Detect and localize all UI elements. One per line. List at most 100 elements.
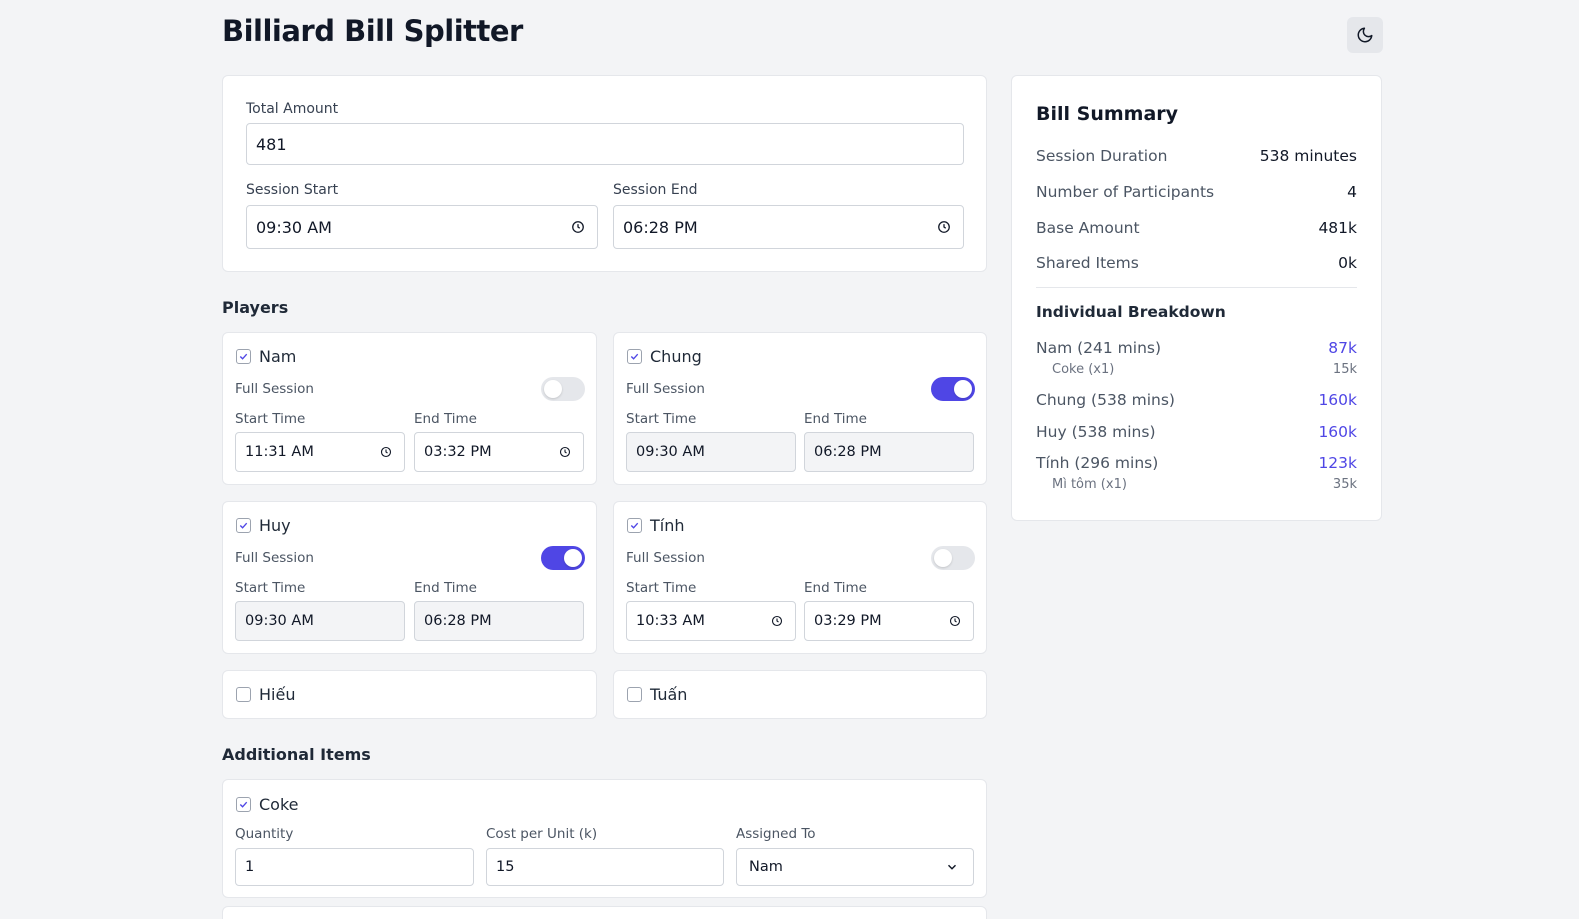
start-time-input[interactable]: 09:30 AM (235, 601, 405, 641)
check-icon (630, 353, 639, 360)
breakdown-item-label: Coke (x1) (1052, 362, 1115, 377)
player-card: Tính Full Session Start Time End Time 10… (613, 501, 987, 654)
check-icon (239, 522, 248, 529)
item-card (222, 906, 987, 919)
summary-row-label: Shared Items (1036, 254, 1139, 272)
cost-per-unit-label: Cost per Unit (k) (486, 826, 598, 842)
bill-details-card: Total Amount 481 Session Start 09:30 AM … (222, 75, 987, 272)
full-session-toggle[interactable] (931, 377, 975, 401)
breakdown-amount: 123k (1318, 454, 1357, 472)
start-time-input[interactable]: 09:30 AM (626, 432, 796, 472)
cost-per-unit-input[interactable]: 15 (486, 848, 724, 886)
summary-row-label: Number of Participants (1036, 183, 1215, 201)
item-card: Coke Quantity Cost per Unit (k) Assigned… (222, 779, 987, 898)
item-name: Coke (259, 795, 299, 814)
total-amount-input[interactable]: 481 (246, 123, 964, 165)
player-card: Huy Full Session Start Time End Time 09:… (222, 501, 597, 654)
bill-summary-card: Bill Summary Session Duration 538 minute… (1011, 75, 1382, 521)
full-session-label: Full Session (235, 550, 314, 566)
players-heading: Players (222, 298, 289, 317)
end-time-value: 03:29 PM (814, 613, 882, 629)
chevron-down-icon (947, 864, 957, 870)
player-card: Tuấn (613, 670, 987, 719)
end-time-input[interactable]: 06:28 PM (804, 432, 974, 472)
quantity-value: 1 (245, 859, 255, 875)
session-end-value: 06:28 PM (623, 217, 698, 237)
breakdown-row: Tính (296 mins) 123k (1036, 454, 1357, 472)
player-checkbox[interactable] (627, 349, 642, 364)
end-time-input[interactable]: 03:32 PM (414, 432, 584, 472)
start-time-value: 09:30 AM (245, 613, 314, 629)
summary-row-label: Session Duration (1036, 147, 1168, 165)
clock-icon[interactable] (949, 615, 961, 627)
session-end-input[interactable]: 06:28 PM (613, 205, 964, 249)
summary-divider (1036, 287, 1357, 288)
start-time-value: 10:33 AM (636, 613, 705, 629)
breakdown-label: Chung (538 mins) (1036, 391, 1175, 409)
assigned-to-value: Nam (749, 859, 783, 875)
full-session-toggle[interactable] (541, 546, 585, 570)
breakdown-row: Huy (538 mins) 160k (1036, 423, 1357, 441)
total-amount-value: 481 (256, 134, 287, 154)
player-name: Nam (259, 347, 297, 366)
bill-summary-title: Bill Summary (1036, 103, 1179, 125)
player-name: Tính (650, 516, 685, 535)
theme-toggle-button[interactable] (1347, 17, 1383, 53)
summary-row: Shared Items 0k (1036, 254, 1357, 272)
check-icon (239, 801, 248, 808)
session-start-value: 09:30 AM (256, 217, 332, 237)
player-checkbox[interactable] (627, 518, 642, 533)
player-name: Chung (650, 347, 702, 366)
individual-breakdown-title: Individual Breakdown (1036, 303, 1226, 321)
full-session-toggle[interactable] (931, 546, 975, 570)
breakdown-label: Tính (296 mins) (1036, 454, 1159, 472)
full-session-toggle[interactable] (541, 377, 585, 401)
item-checkbox[interactable] (236, 797, 251, 812)
breakdown-item-label: Mì tôm (x1) (1052, 477, 1127, 492)
start-time-input[interactable]: 10:33 AM (626, 601, 796, 641)
clock-icon[interactable] (937, 220, 951, 234)
breakdown-amount: 160k (1318, 391, 1357, 409)
clock-icon[interactable] (771, 615, 783, 627)
breakdown-label: Nam (241 mins) (1036, 339, 1162, 357)
summary-row-value: 0k (1338, 254, 1357, 272)
summary-row-label: Base Amount (1036, 219, 1140, 237)
assigned-to-label: Assigned To (736, 826, 816, 842)
breakdown-amount: 160k (1318, 423, 1357, 441)
summary-row-value: 4 (1347, 183, 1357, 201)
end-time-label: End Time (804, 411, 867, 427)
check-icon (630, 522, 639, 529)
start-time-label: Start Time (235, 411, 306, 427)
player-checkbox[interactable] (627, 687, 642, 702)
additional-items-heading: Additional Items (222, 745, 371, 764)
player-name: Tuấn (650, 685, 688, 704)
clock-icon[interactable] (571, 220, 585, 234)
player-checkbox[interactable] (236, 687, 251, 702)
full-session-label: Full Session (235, 381, 314, 397)
summary-row-value: 538 minutes (1259, 147, 1357, 165)
breakdown-amount: 87k (1328, 339, 1357, 357)
start-time-label: Start Time (626, 411, 697, 427)
end-time-input[interactable]: 03:29 PM (804, 601, 974, 641)
assigned-to-select[interactable]: Nam (736, 848, 974, 886)
breakdown-row: Nam (241 mins) 87k (1036, 339, 1357, 357)
player-checkbox[interactable] (236, 518, 251, 533)
breakdown-label: Huy (538 mins) (1036, 423, 1156, 441)
clock-icon[interactable] (380, 446, 392, 458)
session-start-input[interactable]: 09:30 AM (246, 205, 598, 249)
start-time-value: 11:31 AM (245, 444, 314, 460)
start-time-input[interactable]: 11:31 AM (235, 432, 405, 472)
player-checkbox[interactable] (236, 349, 251, 364)
breakdown-item-amount: 15k (1332, 362, 1357, 377)
quantity-input[interactable]: 1 (235, 848, 474, 886)
player-card: Nam Full Session Start Time End Time 11:… (222, 332, 597, 485)
moon-icon (1357, 27, 1373, 43)
end-time-input[interactable]: 06:28 PM (414, 601, 584, 641)
end-time-label: End Time (414, 580, 477, 596)
full-session-label: Full Session (626, 550, 705, 566)
app-title: Billiard Bill Splitter (222, 14, 523, 48)
breakdown-row: Chung (538 mins) 160k (1036, 391, 1357, 409)
full-session-label: Full Session (626, 381, 705, 397)
clock-icon[interactable] (559, 446, 571, 458)
total-amount-label: Total Amount (246, 101, 339, 117)
